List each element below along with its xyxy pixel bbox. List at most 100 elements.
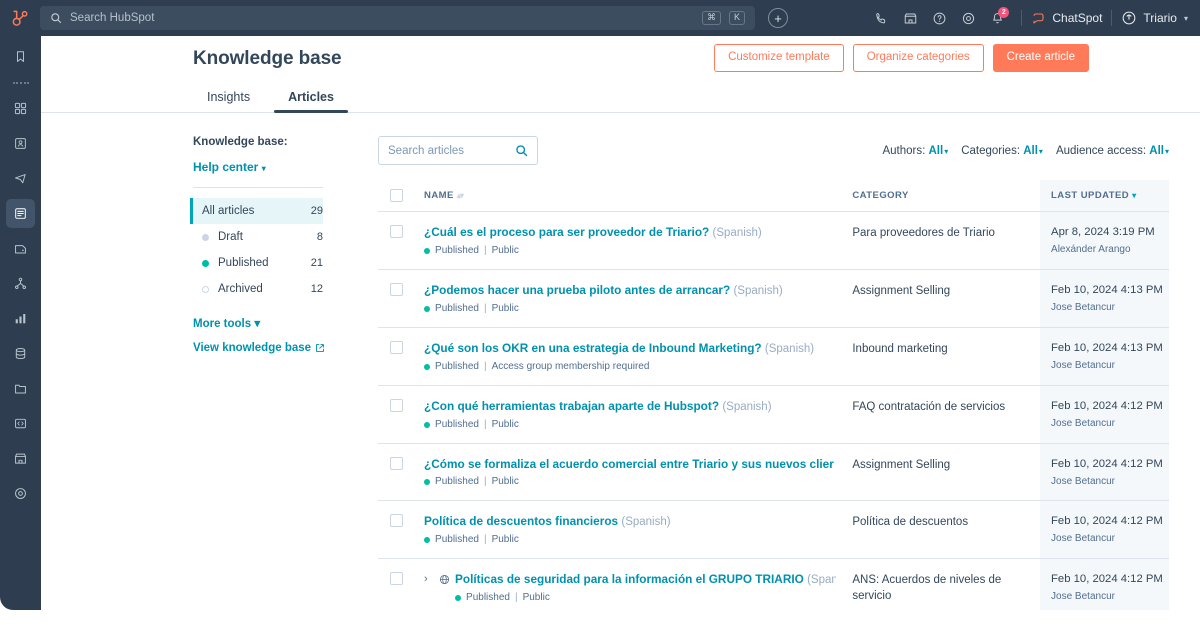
organize-categories-button[interactable]: Organize categories bbox=[852, 44, 984, 72]
phone-icon[interactable] bbox=[867, 0, 896, 36]
row-updated-cell: Feb 10, 2024 4:12 PM Jose Betancur bbox=[1040, 558, 1169, 610]
article-title-link[interactable]: ¿Podemos hacer una prueba piloto antes d… bbox=[424, 283, 836, 298]
bookmark-icon bbox=[17, 51, 24, 62]
view-knowledge-base-link[interactable]: View knowledge base bbox=[193, 342, 345, 354]
table-row[interactable]: ¿Con qué herramientas trabajan aparte de… bbox=[378, 385, 1169, 444]
filter-count: 29 bbox=[310, 205, 323, 217]
account-menu[interactable]: Triario ▾ bbox=[1121, 10, 1188, 26]
filter-group: Authors: All▾ Categories: All▾ Audience … bbox=[882, 145, 1169, 157]
row-status: Published bbox=[435, 245, 479, 256]
table-row[interactable]: ¿Podemos hacer una prueba piloto antes d… bbox=[378, 269, 1169, 328]
tab-articles[interactable]: Articles bbox=[274, 84, 348, 113]
sidebar-item-dashboard[interactable] bbox=[6, 94, 35, 123]
row-select-cell bbox=[378, 500, 425, 559]
row-category: FAQ contratación de servicios bbox=[852, 401, 1006, 413]
articles-toolbar: Search articles Authors: All▾ Categories… bbox=[378, 136, 1169, 165]
sidebar-filter-archived[interactable]: Archived 12 bbox=[190, 276, 323, 302]
expand-row-chevron-icon[interactable]: › bbox=[424, 572, 434, 586]
chatspot-button[interactable]: ChatSpot bbox=[1031, 11, 1102, 26]
more-tools-menu[interactable]: More tools ▾ bbox=[193, 316, 345, 330]
row-meta: Published | Public bbox=[424, 534, 836, 545]
row-updated-cell: Feb 10, 2024 4:12 PM Jose Betancur bbox=[1040, 500, 1169, 559]
row-category-cell: ANS: Acuerdos de niveles de servicio bbox=[852, 558, 1041, 610]
article-title-link[interactable]: ¿Qué son los OKR en una estrategia de In… bbox=[424, 341, 836, 356]
sidebar-filter-draft[interactable]: Draft 8 bbox=[190, 224, 323, 250]
sidebar-item-automation[interactable] bbox=[6, 269, 35, 298]
meta-separator: | bbox=[483, 303, 487, 314]
hubspot-logo[interactable] bbox=[0, 8, 40, 28]
filter-audience-access[interactable]: Audience access: All▾ bbox=[1056, 145, 1169, 157]
sidebar-item-commerce[interactable] bbox=[6, 234, 35, 263]
hubspot-app: Search HubSpot ⌘ K + 2 ChatSpot Triario … bbox=[0, 0, 1200, 625]
sidebar-filter-published[interactable]: Published 21 bbox=[190, 250, 323, 276]
customize-template-button[interactable]: Customize template bbox=[714, 44, 844, 72]
article-title-link[interactable]: ¿Cómo se formaliza el acuerdo comercial … bbox=[424, 457, 836, 471]
table-row[interactable]: › Políticas de seguridad para la informac… bbox=[378, 558, 1169, 610]
kb-sidebar-label: Knowledge base: bbox=[193, 136, 288, 148]
sidebar-item-settings[interactable] bbox=[6, 479, 35, 508]
article-title-link[interactable]: ¿Cuál es el proceso para ser proveedor d… bbox=[424, 225, 836, 240]
row-status: Published bbox=[435, 534, 479, 545]
row-checkbox[interactable] bbox=[390, 225, 403, 238]
table-row[interactable]: ¿Qué son los OKR en una estrategia de In… bbox=[378, 327, 1169, 386]
marketplace-icon[interactable] bbox=[896, 0, 925, 36]
sidebar-item-bookmark[interactable] bbox=[6, 42, 35, 71]
settings-icon[interactable] bbox=[954, 0, 983, 36]
filter-categories-label: Categories: bbox=[961, 144, 1021, 157]
help-icon[interactable] bbox=[925, 0, 954, 36]
table-row[interactable]: Política de descuentos financieros (Span… bbox=[378, 500, 1169, 559]
meta-separator: | bbox=[483, 245, 487, 256]
row-updated: Feb 10, 2024 4:13 PM bbox=[1051, 284, 1163, 296]
sidebar-item-library[interactable] bbox=[6, 374, 35, 403]
row-checkbox[interactable] bbox=[390, 457, 403, 470]
row-category: Política de descuentos bbox=[852, 516, 969, 528]
top-navigation-bar: Search HubSpot ⌘ K + 2 ChatSpot Triario … bbox=[0, 0, 1200, 36]
select-all-checkbox[interactable] bbox=[390, 189, 403, 202]
row-checkbox[interactable] bbox=[390, 399, 403, 412]
row-category-cell: Assignment Selling bbox=[852, 443, 1041, 501]
row-checkbox[interactable] bbox=[390, 514, 403, 527]
table-row[interactable]: ¿Cuál es el proceso para ser proveedor d… bbox=[378, 211, 1169, 270]
row-select-cell bbox=[378, 269, 425, 328]
row-author: Jose Betancur bbox=[1051, 476, 1115, 487]
row-access: Public bbox=[491, 419, 519, 430]
column-header-category[interactable]: CATEGORY bbox=[852, 180, 1041, 212]
notifications-icon[interactable]: 2 bbox=[983, 0, 1012, 36]
page-tabs: Insights Articles bbox=[193, 84, 1170, 113]
table-row[interactable]: ¿Cómo se formaliza el acuerdo comercial … bbox=[378, 443, 1169, 501]
column-header-last-updated[interactable]: LAST UPDATED ▾ bbox=[1040, 180, 1169, 212]
create-new-button[interactable]: + bbox=[768, 8, 788, 28]
sidebar-item-marketplace[interactable] bbox=[6, 444, 35, 473]
sidebar-item-data[interactable] bbox=[6, 339, 35, 368]
row-access: Public bbox=[491, 245, 519, 256]
status-dot bbox=[455, 594, 462, 601]
sidebar-filter-all-articles[interactable]: All articles 29 bbox=[190, 198, 323, 224]
sidebar-item-marketing[interactable] bbox=[6, 164, 35, 193]
search-articles-input[interactable]: Search articles bbox=[378, 136, 538, 165]
filter-categories[interactable]: Categories: All▾ bbox=[961, 145, 1043, 157]
row-checkbox[interactable] bbox=[390, 283, 403, 296]
row-checkbox[interactable] bbox=[390, 341, 403, 354]
row-updated-cell: Apr 8, 2024 3:19 PM Alexánder Arango bbox=[1040, 211, 1169, 270]
column-header-name[interactable]: NAME ▴▾ bbox=[424, 180, 853, 212]
column-category-label: CATEGORY bbox=[852, 190, 909, 201]
tab-insights[interactable]: Insights bbox=[193, 84, 264, 113]
meta-separator: | bbox=[483, 419, 487, 430]
sidebar-item-content[interactable] bbox=[6, 199, 35, 228]
sidebar-item-contacts[interactable] bbox=[6, 129, 35, 158]
global-search-input[interactable]: Search HubSpot ⌘ K bbox=[40, 6, 755, 30]
row-select-cell bbox=[378, 558, 425, 610]
article-title-link[interactable]: ¿Con qué herramientas trabajan aparte de… bbox=[424, 399, 836, 414]
article-title-link[interactable]: Política de descuentos financieros (Span… bbox=[424, 514, 836, 529]
sidebar-item-code[interactable] bbox=[6, 409, 35, 438]
row-checkbox[interactable] bbox=[390, 572, 403, 585]
create-article-button[interactable]: Create article bbox=[992, 44, 1089, 72]
article-title-link[interactable]: Políticas de seguridad para la informaci… bbox=[455, 572, 836, 587]
dashboard-icon bbox=[14, 102, 27, 115]
row-select-cell bbox=[378, 211, 425, 270]
filter-authors[interactable]: Authors: All▾ bbox=[882, 145, 948, 157]
sidebar-item-reporting[interactable] bbox=[6, 304, 35, 333]
kb-selector[interactable]: Help center ▾ bbox=[193, 160, 345, 174]
settings-icon bbox=[15, 488, 26, 499]
row-updated: Feb 10, 2024 4:12 PM bbox=[1051, 515, 1163, 527]
